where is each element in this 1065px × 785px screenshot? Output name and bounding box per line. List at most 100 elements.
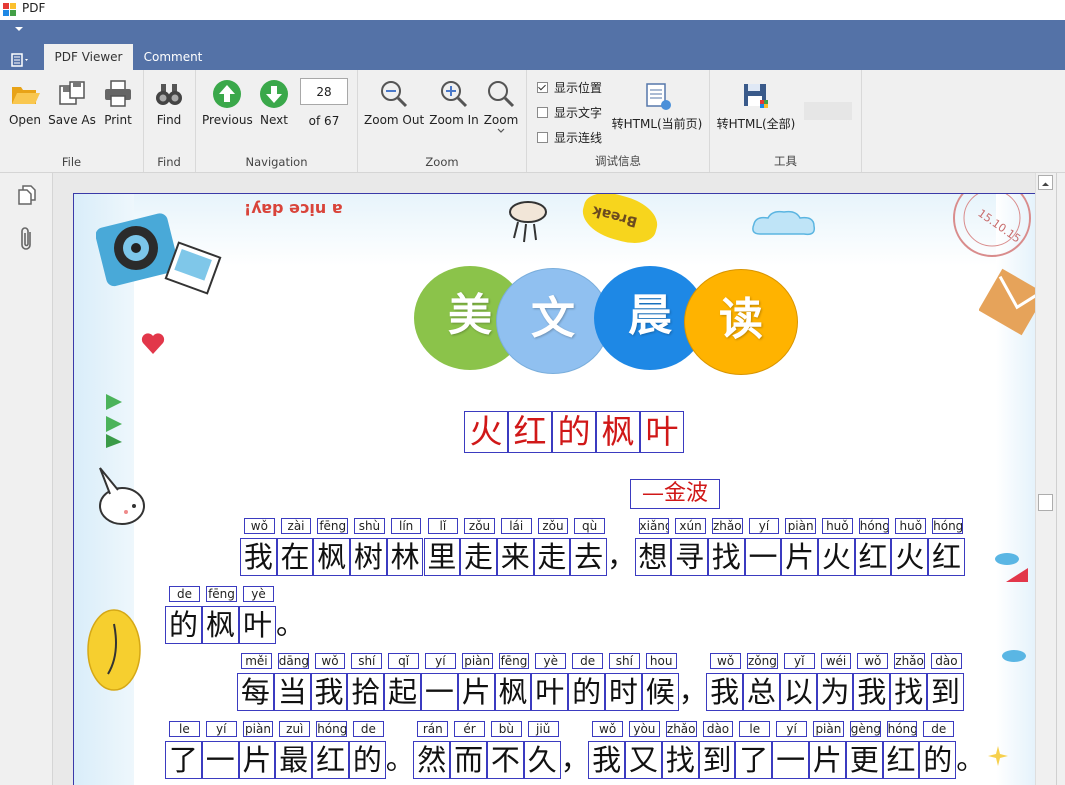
page-number-input[interactable]: 28 [300, 78, 348, 105]
red-flag-icon [1006, 568, 1028, 582]
show-links-checkbox[interactable]: 显示连线 [537, 130, 602, 146]
hanzi-char: 枫 [202, 606, 239, 644]
pinyin-label: xún [675, 518, 706, 534]
pinyin-label: yí [748, 518, 780, 534]
tab-comment[interactable]: Comment [135, 44, 211, 70]
show-links-label: 显示连线 [554, 131, 603, 145]
scroll-thumb[interactable] [1038, 494, 1053, 511]
pinyin-label: wǒ [857, 653, 889, 669]
punctuation-char: ， [678, 674, 708, 708]
print-button[interactable]: Print [100, 78, 136, 127]
pinyin-label: de [169, 586, 200, 602]
document-viewer[interactable]: a nice day! Break 15.10.15 美 文 晨 读 火 红 的… [53, 173, 1035, 785]
hanzi-char: 最 [275, 741, 313, 779]
folder-open-icon [12, 87, 40, 104]
pinyin-label: zhǎo [711, 518, 743, 534]
save-as-label: Save As [48, 113, 96, 127]
hanzi-char: 我 [853, 673, 891, 711]
hanzi-char: 了 [735, 741, 773, 779]
hanzi-char: 我 [310, 673, 348, 711]
hanzi-char: 当 [273, 673, 311, 711]
hanzi-char: 找 [707, 538, 745, 576]
hanzi-char: 每 [237, 673, 274, 711]
hanzi-char: 片 [809, 741, 846, 779]
hanzi-char: 不 [487, 741, 524, 779]
show-position-checkbox[interactable]: 显示位置 [537, 80, 602, 96]
chevron-up-icon [1042, 182, 1049, 186]
pinyin-label: wǒ [592, 721, 623, 737]
to-html-all-button[interactable]: 转HTML(全部) [716, 82, 796, 132]
show-position-check[interactable] [537, 82, 548, 93]
pinyin-label: dào [931, 653, 962, 669]
pdf-page: a nice day! Break 15.10.15 美 文 晨 读 火 红 的… [73, 193, 1035, 785]
previous-button[interactable]: Previous [202, 78, 253, 127]
open-button[interactable]: Open [6, 78, 44, 127]
pinyin-label: qǐ [388, 653, 419, 669]
toy-robot-icon [509, 201, 547, 243]
hanzi-char: 拾 [347, 673, 385, 711]
zoom-out-button[interactable]: Zoom Out [364, 78, 424, 127]
tools-group-label: 工具 [774, 154, 797, 168]
pinyin-label: dào [702, 721, 734, 737]
show-links-check[interactable] [537, 132, 548, 143]
zoom-out-icon [381, 81, 408, 108]
hanzi-char: 走 [460, 538, 497, 576]
pinyin-label: huǒ [895, 518, 927, 534]
pinyin-label: yè [243, 586, 274, 602]
tab-pdf-viewer[interactable]: PDF Viewer [44, 44, 133, 70]
save-as-button[interactable]: Save As [48, 78, 96, 127]
hanzi-char: 一 [421, 673, 458, 711]
next-button[interactable]: Next [256, 78, 292, 127]
zoom-dropdown-button[interactable]: Zoom [482, 78, 520, 137]
pinyin-label: yí [205, 721, 237, 737]
pinyin-label: zǒu [537, 518, 569, 534]
to-html-current-button[interactable]: 转HTML(当前页) [609, 82, 705, 132]
envelope-icon [979, 268, 1035, 336]
show-text-checkbox[interactable]: 显示文字 [537, 105, 602, 121]
water-drop-icon-2 [1002, 650, 1026, 662]
open-label: Open [8, 113, 42, 127]
hanzi-char: 片 [457, 673, 495, 711]
header-circle-2: 文 [496, 268, 610, 374]
print-label: Print [104, 113, 132, 127]
pinyin-label: hóng [886, 721, 918, 737]
hanzi-char: 红 [882, 741, 920, 779]
pinyin-label: ér [454, 721, 485, 737]
heart-icon [141, 333, 165, 354]
pinyin-label: de [353, 721, 384, 737]
app-icon [3, 3, 16, 16]
pinyin-label: wǒ [244, 518, 275, 534]
pinyin-label: piàn [461, 653, 493, 669]
hanzi-char: 然 [413, 741, 451, 779]
hanzi-char: 而 [450, 741, 487, 779]
hanzi-char: 走 [533, 538, 571, 576]
floppy-disk-icon [744, 84, 768, 108]
pinyin-label: yí [425, 653, 456, 669]
application-menu-icon[interactable] [10, 52, 32, 68]
hanzi-char: 又 [625, 741, 662, 779]
hanzi-char: 一 [201, 741, 239, 779]
show-text-check[interactable] [537, 107, 548, 118]
find-button[interactable]: Find [151, 78, 187, 127]
attachment-icon[interactable] [17, 225, 37, 253]
quick-access-dropdown-icon[interactable] [15, 27, 23, 31]
debug-group: 显示位置 显示文字 显示连线 转HTML(当前页) 调试信息 [527, 70, 710, 172]
pinyin-label: zài [280, 518, 312, 534]
hanzi-char: 总 [743, 673, 780, 711]
zoom-group-label: Zoom [425, 155, 459, 169]
hanzi-char: 一 [744, 538, 782, 576]
pinyin-label: shù [354, 518, 385, 534]
zoom-in-button[interactable]: Zoom In [428, 78, 480, 127]
tools-placeholder-button[interactable] [804, 102, 852, 120]
vertical-scrollbar[interactable] [1035, 173, 1056, 785]
camera-icon [96, 213, 222, 295]
left-navigation-pane [0, 173, 53, 785]
sparkle-icon [988, 746, 1008, 766]
pinyin-label: zǒu [464, 518, 495, 534]
scroll-up-button[interactable] [1038, 175, 1053, 190]
zoom-in-label: Zoom In [429, 113, 479, 127]
title-char: 红 [508, 411, 552, 453]
pinyin-label: qù [574, 518, 605, 534]
page-thumbnails-icon[interactable] [15, 183, 39, 207]
hanzi-char: 的 [349, 741, 386, 779]
